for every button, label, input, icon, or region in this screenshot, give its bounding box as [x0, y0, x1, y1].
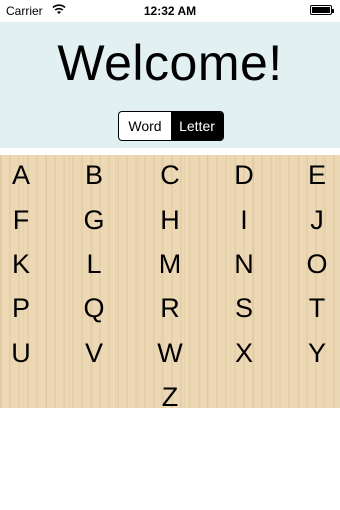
battery-icon	[310, 5, 334, 15]
segment-letter[interactable]: Letter	[171, 112, 223, 140]
letter-tile-g[interactable]: G	[71, 200, 117, 240]
letter-tile-z[interactable]: Z	[147, 377, 193, 417]
welcome-header: Welcome! Word Letter	[0, 22, 340, 148]
letter-tile-c[interactable]: C	[147, 155, 193, 195]
letter-tile-x[interactable]: X	[221, 333, 267, 373]
letter-tile-a[interactable]: A	[0, 155, 44, 195]
letter-tile-v[interactable]: V	[71, 333, 117, 373]
letter-tile-f[interactable]: F	[0, 200, 44, 240]
letter-tile-i[interactable]: I	[221, 200, 267, 240]
letter-tile-h[interactable]: H	[147, 200, 193, 240]
letter-tile-k[interactable]: K	[0, 244, 44, 284]
letter-tile-b[interactable]: B	[71, 155, 117, 195]
letter-tile-r[interactable]: R	[147, 288, 193, 328]
welcome-title: Welcome!	[57, 35, 283, 91]
letter-tile-s[interactable]: S	[221, 288, 267, 328]
letter-tile-y[interactable]: Y	[294, 333, 340, 373]
status-bar: Carrier 12:32 AM	[0, 0, 340, 22]
letter-tile-l[interactable]: L	[71, 244, 117, 284]
mode-segmented-control[interactable]: Word Letter	[118, 111, 224, 141]
letter-board: A B C D E F G H I J K L M N O P Q R S T …	[0, 155, 340, 412]
letter-tile-q[interactable]: Q	[71, 288, 117, 328]
letter-tile-p[interactable]: P	[0, 288, 44, 328]
segment-word[interactable]: Word	[119, 112, 171, 140]
letter-tile-e[interactable]: E	[294, 155, 340, 195]
letter-tile-o[interactable]: O	[294, 244, 340, 284]
letter-tile-w[interactable]: W	[147, 333, 193, 373]
letter-tile-j[interactable]: J	[294, 200, 340, 240]
letter-tile-m[interactable]: M	[147, 244, 193, 284]
status-time: 12:32 AM	[143, 4, 197, 18]
letter-tile-n[interactable]: N	[221, 244, 267, 284]
letter-tile-d[interactable]: D	[221, 155, 267, 195]
letter-tile-t[interactable]: T	[294, 288, 340, 328]
letter-tile-u[interactable]: U	[0, 333, 44, 373]
